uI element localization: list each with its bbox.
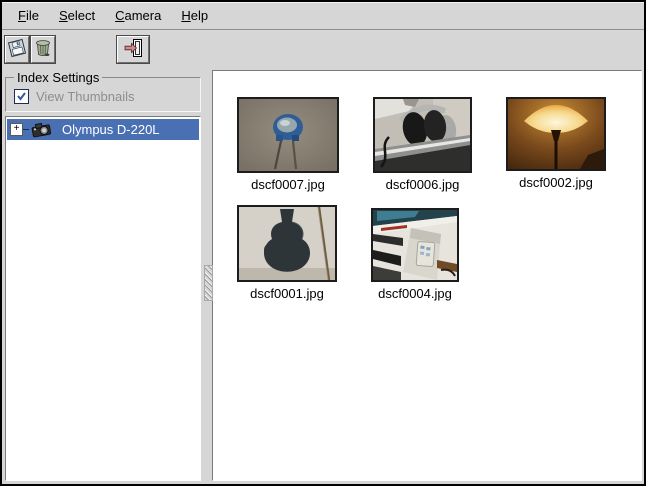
tree-connector-line xyxy=(23,129,29,130)
sidebar: Index Settings View Thumbnails + xyxy=(2,69,203,484)
thumbnail-filename: dscf0004.jpg xyxy=(378,286,452,301)
main-area: Index Settings View Thumbnails + xyxy=(2,69,644,484)
thumbnail-dscf0004[interactable]: dscf0004.jpg xyxy=(371,208,459,301)
frame-label: Index Settings xyxy=(14,70,102,85)
photo-blue-component xyxy=(237,97,339,173)
thumbnail-filename: dscf0002.jpg xyxy=(519,175,593,190)
menu-bar: File Select Camera Help xyxy=(2,2,644,30)
photo-headphones xyxy=(373,97,472,173)
thumbnail-dscf0001[interactable]: dscf0001.jpg xyxy=(237,205,337,301)
menu-help[interactable]: Help xyxy=(171,4,218,27)
menu-select[interactable]: Select xyxy=(49,4,105,27)
checkmark-icon xyxy=(17,89,26,104)
exit-door-icon xyxy=(122,37,144,62)
tree-expander[interactable]: + xyxy=(10,123,23,136)
menu-camera[interactable]: Camera xyxy=(105,4,171,27)
thumbnail-dscf0007[interactable]: dscf0007.jpg xyxy=(237,97,339,192)
view-thumbnails-checkbox[interactable] xyxy=(14,89,29,104)
photo-guitar-case xyxy=(237,205,337,282)
toolbar xyxy=(2,30,644,69)
tree-row-camera[interactable]: + Olympus D-220L xyxy=(7,119,199,140)
camera-tree[interactable]: + Olympus D-220L xyxy=(5,116,201,481)
view-thumbnails-option[interactable]: View Thumbnails xyxy=(12,87,196,105)
index-settings-frame: Index Settings View Thumbnails xyxy=(5,70,201,112)
exit-button[interactable] xyxy=(117,36,149,63)
camera-icon xyxy=(30,121,54,138)
tree-item-label: Olympus D-220L xyxy=(62,122,160,137)
save-button[interactable] xyxy=(5,36,29,63)
thumbnail-filename: dscf0001.jpg xyxy=(250,286,324,301)
thumbnail-row-2: dscf0001.jpg xyxy=(237,205,641,314)
pane-splitter xyxy=(203,69,212,484)
thumbnail-dscf0006[interactable]: dscf0006.jpg xyxy=(373,97,472,192)
menu-file[interactable]: File xyxy=(8,4,49,27)
camera-app-window: { "colors": { "window_bg": "#d6d6d6", "s… xyxy=(0,0,646,486)
thumbnail-dscf0002[interactable]: dscf0002.jpg xyxy=(506,97,606,190)
splitter-grip-handle[interactable] xyxy=(204,265,213,301)
thumbnail-filename: dscf0007.jpg xyxy=(251,177,325,192)
thumbnail-row-1: dscf0007.jpg xyxy=(237,97,641,192)
view-thumbnails-label: View Thumbnails xyxy=(36,89,135,104)
photo-printer-desk xyxy=(371,208,459,282)
delete-button[interactable] xyxy=(31,36,55,63)
photo-lamp xyxy=(506,97,606,171)
thumbnail-filename: dscf0006.jpg xyxy=(386,177,460,192)
floppy-disk-icon xyxy=(7,38,27,61)
trash-icon xyxy=(33,38,53,61)
thumbnail-panel: dscf0007.jpg xyxy=(212,70,642,481)
